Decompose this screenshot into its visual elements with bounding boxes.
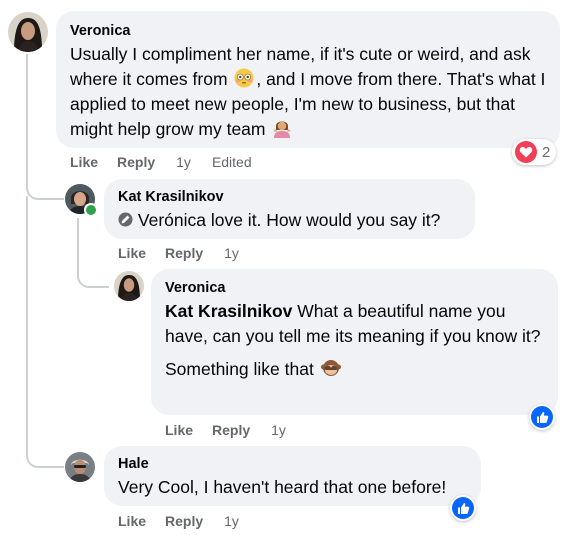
comment-actions: Like Reply 1y (165, 421, 286, 439)
heart-reaction-icon (515, 141, 537, 163)
comment-timestamp[interactable]: 1y (224, 512, 239, 530)
like-button[interactable]: Like (70, 153, 98, 171)
edited-label[interactable]: Edited (212, 153, 252, 171)
comment-timestamp[interactable]: 1y (224, 244, 239, 262)
comment-text: Kat Krasilnikov What a beautiful name yo… (165, 301, 541, 346)
comment-author[interactable]: Hale (118, 455, 467, 473)
comment-bubble-veronica: Veronica Usually I compliment her name, … (56, 11, 560, 148)
online-status-indicator (84, 203, 98, 217)
avatar-hale[interactable] (65, 452, 95, 482)
comment-text-second-line: Something like that (165, 357, 544, 382)
verified-check-icon (118, 209, 133, 227)
like-button[interactable]: Like (165, 421, 193, 439)
reaction-summary-heart[interactable]: 2 (512, 139, 557, 165)
comment-author[interactable]: Veronica (70, 22, 546, 40)
comment-text: Verónica love it. How would you say it? (118, 208, 461, 233)
reply-button[interactable]: Reply (117, 153, 155, 171)
comment-actions: Like Reply 1y (118, 512, 239, 530)
comment-actions: Like Reply 1y (118, 244, 239, 262)
thread-connector-kat (26, 150, 64, 200)
mention-kat-krasilnikov[interactable]: Kat Krasilnikov (165, 301, 292, 321)
like-reaction-badge[interactable] (450, 495, 476, 521)
see-no-evil-monkey-emoji (320, 358, 341, 378)
comment-text: Usually I compliment her name, if it's c… (70, 44, 546, 139)
like-button[interactable]: Like (118, 244, 146, 262)
avatar-veronica[interactable] (114, 271, 144, 301)
like-reaction-icon (531, 406, 553, 428)
reply-button[interactable]: Reply (212, 421, 250, 439)
comment-bubble-hale: Hale Very Cool, I haven't heard that one… (104, 446, 481, 506)
like-reaction-badge[interactable] (529, 404, 555, 430)
mention-veronica[interactable]: Verónica (138, 210, 206, 230)
comment-timestamp[interactable]: 1y (271, 421, 286, 439)
comment-text: Very Cool, I haven't heard that one befo… (118, 477, 447, 497)
like-reaction-icon (452, 497, 474, 519)
comment-author[interactable]: Kat Krasilnikov (118, 188, 461, 206)
reply-button[interactable]: Reply (165, 244, 203, 262)
thread-connector-hale (26, 420, 64, 468)
comment-actions: Like Reply 1y Edited (70, 153, 252, 171)
reply-button[interactable]: Reply (165, 512, 203, 530)
comment-author[interactable]: Veronica (165, 279, 544, 297)
like-button[interactable]: Like (118, 512, 146, 530)
reaction-count: 2 (542, 143, 551, 161)
avatar-veronica[interactable] (8, 12, 48, 52)
flushed-face-emoji (234, 68, 254, 88)
thread-connector-veronica-reply (77, 252, 109, 288)
comment-timestamp[interactable]: 1y (176, 153, 191, 171)
woman-shrugging-emoji (272, 118, 292, 138)
comment-bubble-veronica-reply: Veronica Kat Krasilnikov What a beautifu… (151, 269, 558, 415)
thread-line-main-lower (26, 196, 28, 426)
comment-bubble-kat: Kat Krasilnikov Verónica love it. How wo… (104, 179, 475, 239)
